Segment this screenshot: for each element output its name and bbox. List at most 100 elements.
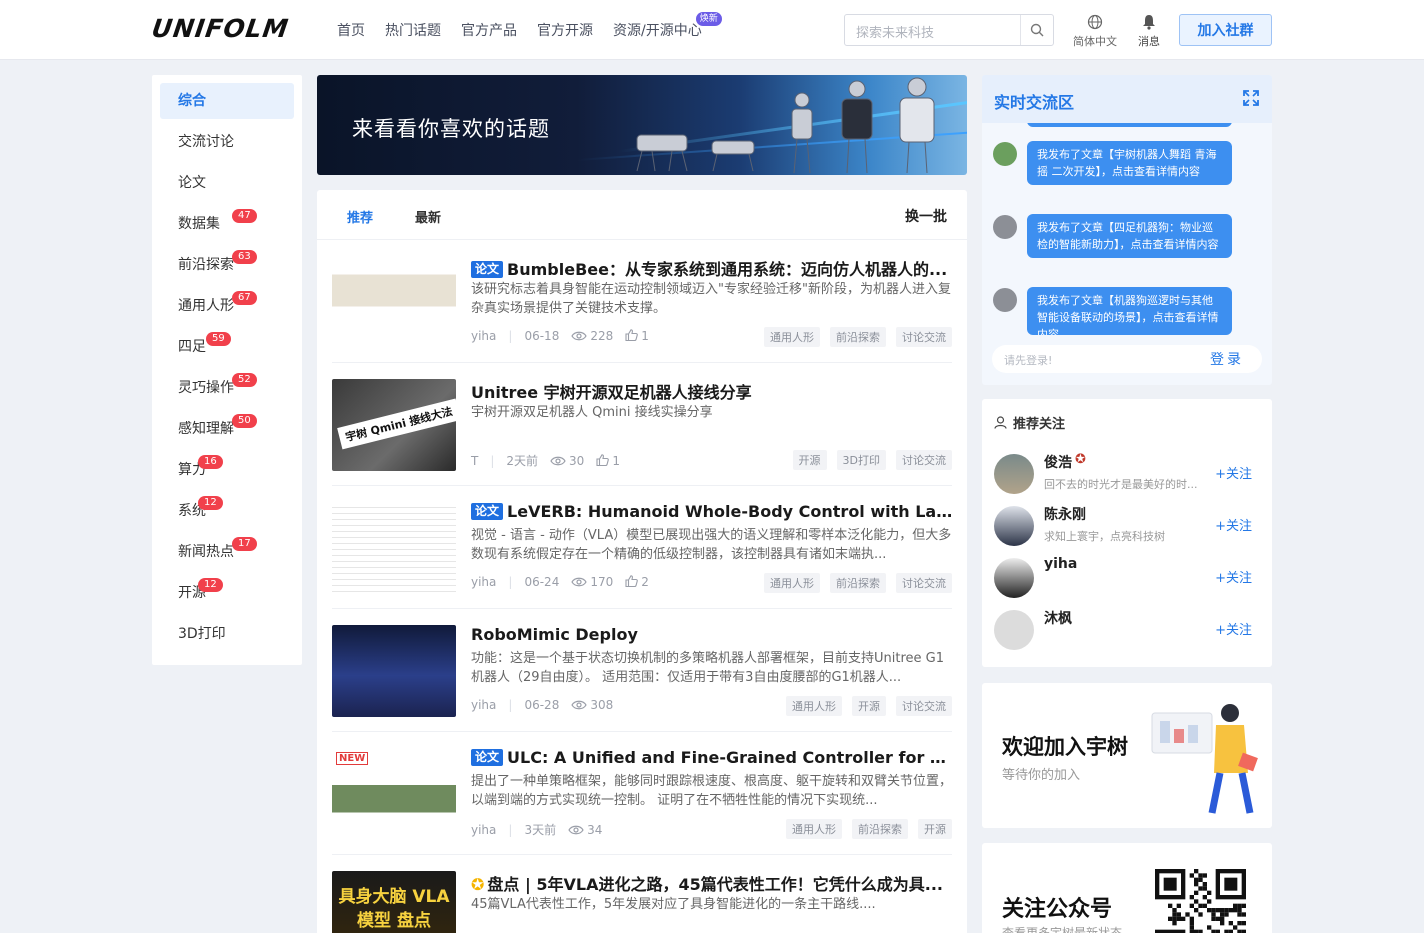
like-button[interactable]: 2 — [625, 575, 649, 589]
eye-icon — [568, 825, 584, 834]
topic-tag[interactable]: 3D打印 — [836, 450, 886, 470]
tab-latest[interactable]: 最新 — [415, 207, 441, 226]
follow-button[interactable]: +关注 — [1215, 567, 1252, 586]
like-button[interactable]: 1 — [625, 329, 649, 343]
expand-icon[interactable] — [1242, 89, 1260, 107]
bell-icon — [1143, 15, 1155, 30]
nav-home[interactable]: 首页 — [337, 20, 365, 40]
sidebar-item[interactable]: 前沿探索 63 — [160, 247, 294, 283]
article-author[interactable]: T — [471, 454, 478, 468]
chat-input[interactable]: 请先登录! — [1004, 352, 1052, 368]
sidebar-item[interactable]: 论文 — [160, 165, 294, 201]
language-switch[interactable]: 简体中文 — [1068, 14, 1122, 49]
search-box[interactable]: 探索未来科技 — [844, 14, 1054, 46]
user-name[interactable]: 陈永刚 — [1044, 504, 1086, 524]
topic-tag[interactable]: 通用人形 — [764, 327, 820, 347]
article-title[interactable]: ✪ 盘点 | 5年VLA进化之路，45篇代表性工作！它凭什么成为具... — [471, 871, 953, 895]
article-item[interactable]: 具身大脑 VLA模型 盘点 ✪ 盘点 | 5年VLA进化之路，45篇代表性工作！它凭… — [332, 855, 952, 933]
tab-recommended[interactable]: 推荐 — [347, 207, 373, 226]
sidebar-item[interactable]: 通用人形 67 — [160, 288, 294, 324]
article-thumbnail[interactable] — [332, 502, 456, 594]
article-title[interactable]: RoboMimic Deploy — [471, 625, 953, 644]
meta-separator: | — [490, 453, 495, 468]
article-title-text: ULC: A Unified and Fine-Grained Controll… — [507, 748, 953, 767]
sidebar-item[interactable]: 开源 12 — [160, 575, 294, 611]
article-author[interactable]: yiha — [471, 823, 496, 837]
sidebar-item[interactable]: 算力 16 — [160, 452, 294, 488]
topic-tag[interactable]: 通用人形 — [786, 819, 842, 839]
login-button[interactable]: 登录 — [1210, 349, 1244, 369]
user-name[interactable]: yiha — [1044, 556, 1077, 572]
topic-tag[interactable]: 讨论交流 — [896, 327, 952, 347]
chat-message[interactable]: 我发布了文章【宇树机器人舞蹈 青海摇 二次开发】，点击查看详情内容 — [1027, 141, 1232, 185]
sidebar-item[interactable]: 3D打印 — [160, 616, 294, 652]
article-item[interactable]: RoboMimic Deploy 功能：这是一个基于状态切换机制的多策略机器人部署… — [332, 609, 952, 732]
welcome-card[interactable]: 欢迎加入宇树 等待你的加入 — [982, 683, 1272, 828]
article-author[interactable]: yiha — [471, 329, 496, 343]
topic-banner[interactable]: 来看看你喜欢的话题 — [317, 75, 967, 175]
sidebar-item-label: 感知理解 — [178, 421, 234, 437]
sidebar-item[interactable]: 四足 59 — [160, 329, 294, 365]
article-thumbnail[interactable]: NEW — [332, 748, 456, 840]
article-item[interactable]: 论文 BumbleBee：从专家系统到通用系统：迈向仿人机器人的... 该研究标志着… — [332, 240, 952, 363]
sidebar-item[interactable]: 数据集 47 — [160, 206, 294, 242]
nav-products[interactable]: 官方产品 — [461, 20, 517, 40]
topic-tag[interactable]: 开源 — [792, 450, 827, 470]
view-count-value: 308 — [590, 698, 614, 712]
topic-tag[interactable]: 讨论交流 — [896, 696, 952, 716]
topic-tag[interactable]: 讨论交流 — [896, 573, 952, 593]
article-thumbnail[interactable]: 具身大脑 VLA模型 盘点 — [332, 871, 456, 933]
topic-tag[interactable]: 前沿探索 — [830, 327, 886, 347]
chat-message[interactable]: 我发布了文章【机器狗巡逻时与其他智能设备联动的场景】，点击查看详情内容 — [1027, 287, 1232, 335]
thumbnail-caption: 具身大脑 VLA模型 盘点 — [338, 887, 450, 931]
messages-button[interactable]: 消息 — [1134, 14, 1164, 49]
article-title[interactable]: 论文 BumbleBee：从专家系统到通用系统：迈向仿人机器人的... — [471, 256, 953, 280]
topic-tag[interactable]: 通用人形 — [764, 573, 820, 593]
sidebar-item[interactable]: 综合 — [160, 83, 294, 119]
search-button[interactable] — [1020, 15, 1053, 45]
topic-tag[interactable]: 开源 — [852, 696, 886, 716]
article-title[interactable]: 论文 ULC: A Unified and Fine-Grained Contro… — [471, 748, 953, 767]
follow-button[interactable]: +关注 — [1215, 463, 1252, 482]
article-item[interactable]: NEW 论文 ULC: A Unified and Fine-Grained Con… — [332, 732, 953, 855]
article-thumbnail[interactable] — [332, 256, 456, 348]
topic-tag[interactable]: 前沿探索 — [852, 819, 908, 839]
article-author[interactable]: yiha — [471, 575, 496, 589]
article-title[interactable]: Unitree 宇树开源双足机器人接线分享 — [471, 379, 953, 403]
avatar[interactable] — [994, 610, 1034, 650]
site-logo[interactable]: UNIFOLM — [150, 14, 291, 43]
article-author[interactable]: yiha — [471, 698, 496, 712]
nav-official-open-source[interactable]: 官方开源 — [537, 20, 593, 40]
like-button[interactable]: 1 — [596, 454, 620, 468]
avatar[interactable] — [994, 506, 1034, 546]
article-thumbnail[interactable]: 宇树 Qmini 接线大法 — [332, 379, 456, 471]
nav-hot-topics[interactable]: 热门话题 — [385, 20, 441, 40]
topic-tag[interactable]: 通用人形 — [786, 696, 842, 716]
article-item[interactable]: 宇树 Qmini 接线大法 Unitree 宇树开源双足机器人接线分享 宇树开源双足… — [332, 363, 952, 486]
new-badge: NEW — [336, 752, 369, 765]
sidebar-item-label: 新闻热点 — [178, 544, 234, 560]
count-badge: 63 — [232, 250, 257, 264]
article-item[interactable]: 论文 LeVERB: Humanoid Whole-Body Control wi… — [332, 486, 953, 609]
avatar[interactable] — [994, 454, 1034, 494]
topic-tag[interactable]: 开源 — [918, 819, 952, 839]
sidebar-item[interactable]: 新闻热点 17 — [160, 534, 294, 570]
article-title[interactable]: 论文 LeVERB: Humanoid Whole-Body Control wi… — [471, 502, 953, 521]
join-community-button[interactable]: 加入社群 — [1179, 14, 1272, 46]
follow-button[interactable]: +关注 — [1215, 515, 1252, 534]
follow-button[interactable]: +关注 — [1215, 619, 1252, 638]
topic-tag[interactable]: 前沿探索 — [830, 573, 886, 593]
sidebar-item[interactable]: 交流讨论 — [160, 124, 294, 160]
search-input[interactable]: 探索未来科技 — [856, 22, 934, 41]
article-thumbnail[interactable] — [332, 625, 456, 717]
nav-resources[interactable]: 资源/开源中心 焕新 — [613, 12, 722, 40]
user-name[interactable]: 沐枫 — [1044, 608, 1072, 628]
topic-tag[interactable]: 讨论交流 — [896, 450, 952, 470]
sidebar-item[interactable]: 感知理解 50 — [160, 411, 294, 447]
chat-message[interactable]: 我发布了文章【四足机器狗：物业巡检的智能新助力】，点击查看详情内容 — [1027, 214, 1232, 258]
avatar[interactable] — [994, 558, 1034, 598]
user-name[interactable]: 俊浩 — [1044, 452, 1072, 472]
sidebar-item[interactable]: 系统 12 — [160, 493, 294, 529]
sidebar-item[interactable]: 灵巧操作 52 — [160, 370, 294, 406]
refresh-batch-button[interactable]: 换一批 — [905, 206, 947, 226]
